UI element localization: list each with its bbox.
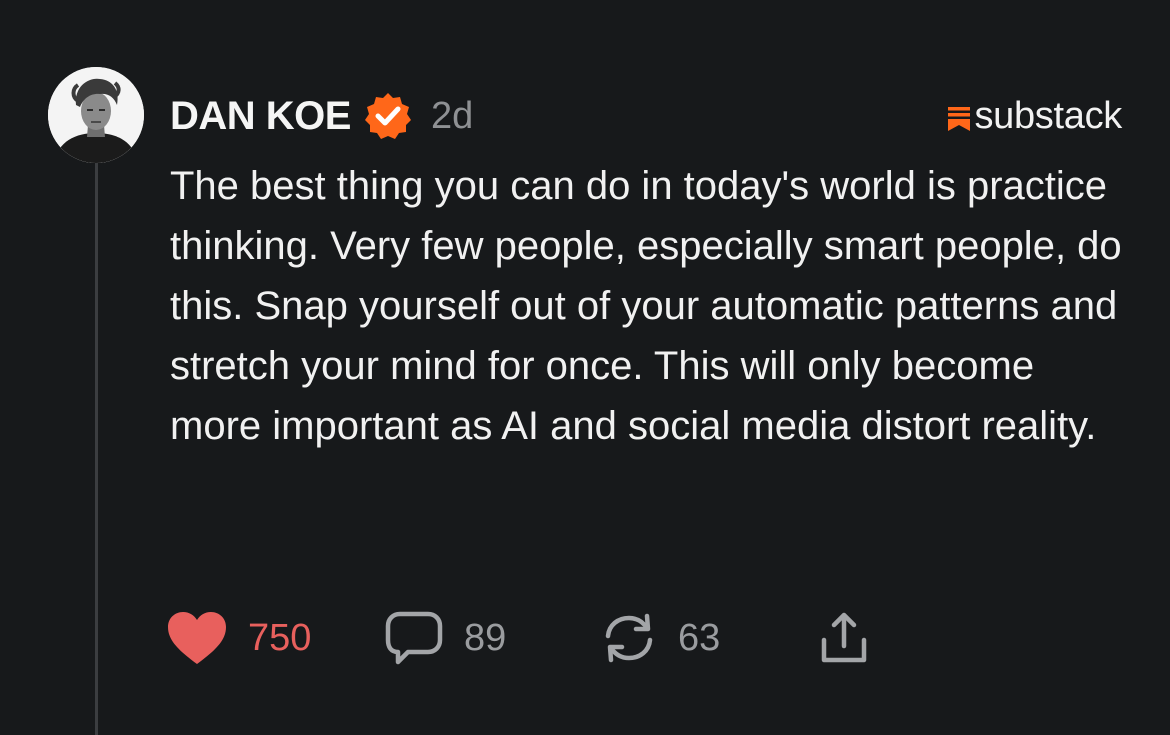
post-timestamp: 2d bbox=[430, 94, 474, 137]
comment-button[interactable]: 89 bbox=[384, 608, 600, 668]
author-name[interactable]: DAN KOE bbox=[170, 94, 351, 139]
brand-name: substack bbox=[974, 94, 1122, 137]
action-bar: 750 89 63 bbox=[166, 608, 872, 668]
substack-brand[interactable]: substack bbox=[948, 94, 1122, 138]
share-button[interactable] bbox=[816, 608, 872, 668]
like-count: 750 bbox=[248, 616, 312, 659]
share-upload-icon bbox=[821, 612, 867, 663]
restack-button[interactable]: 63 bbox=[600, 608, 816, 668]
refresh-arrows-icon bbox=[605, 613, 653, 663]
avatar[interactable] bbox=[48, 67, 144, 163]
speech-bubble-icon bbox=[385, 611, 443, 665]
comment-count: 89 bbox=[464, 616, 507, 659]
restack-count: 63 bbox=[678, 616, 721, 659]
heart-icon bbox=[168, 612, 226, 664]
substack-logo-icon bbox=[948, 107, 971, 131]
verified-badge-icon bbox=[363, 91, 413, 141]
author-portrait-icon bbox=[48, 67, 144, 163]
post-card: DAN KOE 2d substack The best thing you c… bbox=[0, 0, 1170, 735]
post-body: The best thing you can do in today's wor… bbox=[170, 164, 1122, 448]
like-button[interactable]: 750 bbox=[166, 608, 384, 668]
thread-line bbox=[95, 163, 98, 735]
post-header: DAN KOE 2d bbox=[170, 88, 473, 144]
